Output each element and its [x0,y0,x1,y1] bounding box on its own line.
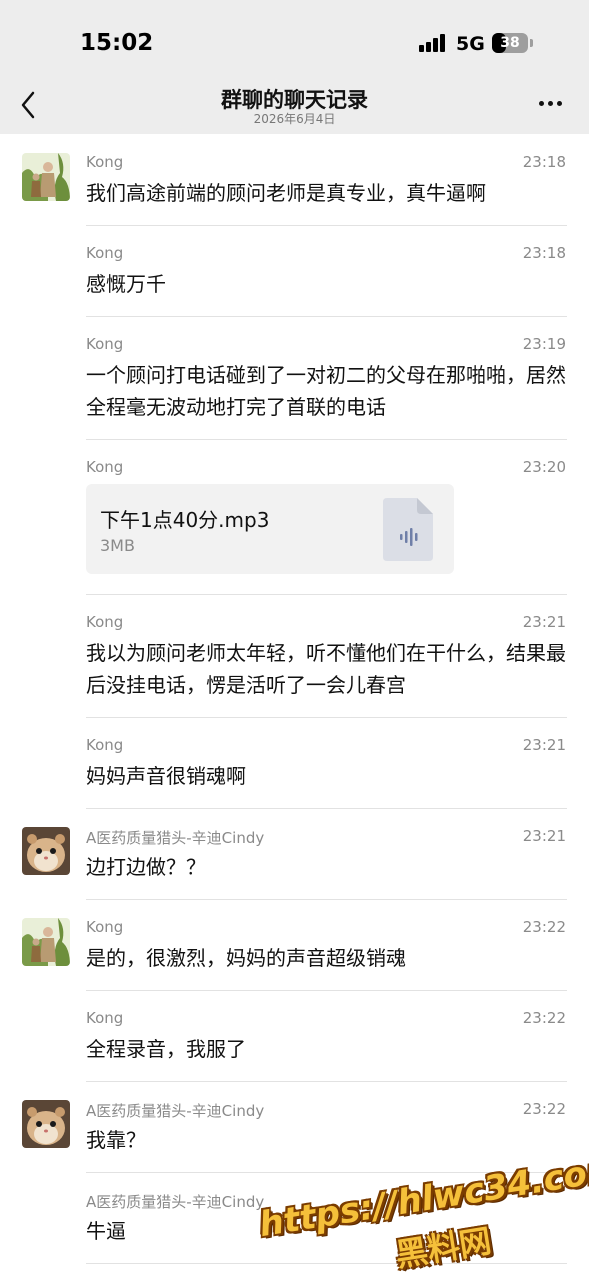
avatar[interactable] [22,153,70,201]
more-button[interactable] [536,94,566,114]
sender-name: Kong [86,918,124,936]
message-text: 全程录音，我服了 [86,1037,246,1061]
signal-bars-icon [419,34,447,52]
message-text: 我以为顾问老师太年轻，听不懂他们在干什么，结果最后没挂电话，愣是活听了一会儿春宫 [86,641,566,697]
audio-file-icon [383,498,433,561]
divider [86,316,567,317]
page-subtitle-date: 2026年6月4日 [253,112,336,126]
message-text: 我靠？ [86,1128,146,1152]
sender-name: Kong [86,335,124,353]
message-time: 23:21 [522,736,566,754]
message-time: 23:19 [522,335,566,353]
status-time: 15:02 [80,30,154,56]
message-time: 23:21 [522,613,566,631]
message-time: 23:22 [522,918,566,936]
sender-name: Kong [86,736,124,754]
divider [86,1081,567,1082]
divider [86,990,567,991]
sender-name: Kong [86,458,124,476]
divider [86,225,567,226]
message-time: 23:18 [522,244,566,262]
divider [86,808,567,809]
message-text: 妈妈声音很销魂啊 [86,764,246,788]
network-type: 5G [456,33,485,55]
sender-name: A医药质量猎头-辛迪Cindy [86,829,265,847]
avatar[interactable] [22,918,70,966]
divider [86,899,567,900]
sender-name: A医药质量猎头-辛迪Cindy [86,1193,265,1211]
sender-name: A医药质量猎头-辛迪Cindy [86,1102,265,1120]
message-text: 感慨万千 [86,272,166,296]
more-dot [557,101,562,106]
file-name: 下午1点40分.mp3 [100,508,270,532]
sender-name: Kong [86,1009,124,1027]
watermark: https://hlwc34.com 黑料网 [257,1148,589,1280]
battery-percent: 38 [500,35,520,51]
message-time: 23:21 [522,827,566,845]
message-text: 是的，很激烈，妈妈的声音超级销魂 [86,946,406,970]
more-dot [548,101,553,106]
battery-cap [530,39,533,47]
top-bar: 15:02 5G 38 群聊的聊天记录 2026年6月4日 [0,0,589,134]
message-time: 23:20 [522,458,566,476]
sender-name: Kong [86,244,124,262]
message-text: 我们高途前端的顾问老师是真专业，真牛逼啊 [86,181,486,205]
sender-name: Kong [86,153,124,171]
message-text: 边打边做？？ [86,855,206,879]
more-dots-icon [539,101,544,106]
avatar[interactable] [22,827,70,875]
message-time: 23:22 [522,1100,566,1118]
sender-name: Kong [86,613,124,631]
divider [86,439,567,440]
file-attachment[interactable]: 下午1点40分.mp3 3MB [86,484,454,574]
divider [86,594,567,595]
message-text: 一个顾问打电话碰到了一对初二的父母在那啪啪，居然全程毫无波动地打完了首联的电话 [86,363,566,419]
file-size: 3MB [100,536,135,555]
message-time: 23:22 [522,1009,566,1027]
divider [86,717,567,718]
watermark-name: 黑料网 [393,1221,494,1275]
avatar[interactable] [22,1100,70,1148]
message-time: 23:18 [522,153,566,171]
